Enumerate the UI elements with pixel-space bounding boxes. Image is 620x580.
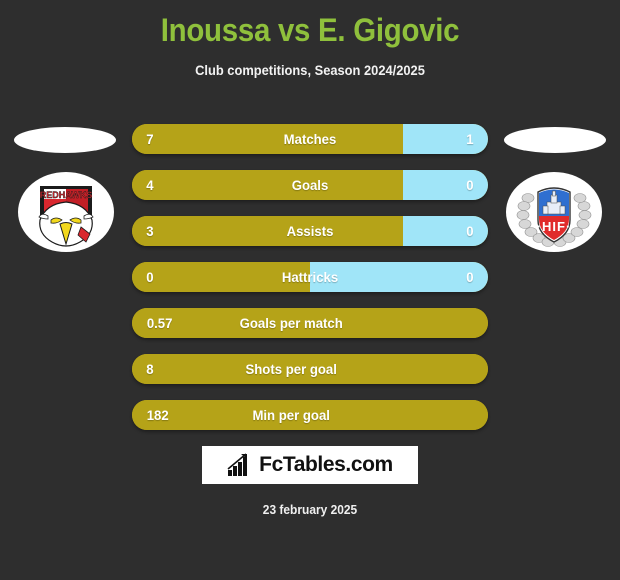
home-fill xyxy=(132,170,403,200)
home-fill xyxy=(132,308,488,338)
table-row: 7 Matches 1 xyxy=(132,124,488,154)
table-row: 0.57 Goals per match xyxy=(132,308,488,338)
home-value: 0 xyxy=(146,269,154,285)
home-value: 8 xyxy=(146,361,154,377)
home-fill xyxy=(132,400,488,430)
home-value: 182 xyxy=(146,407,169,423)
home-value: 7 xyxy=(146,131,154,147)
table-row: 4 Goals 0 xyxy=(132,170,488,200)
decorative-ellipse-left xyxy=(14,127,116,153)
away-fill xyxy=(402,124,488,154)
bar-chart-growth-icon xyxy=(227,453,248,476)
away-value: 0 xyxy=(466,223,474,239)
page-title: Inoussa vs E. Gigovic xyxy=(160,12,460,48)
away-fill xyxy=(310,262,488,292)
home-fill xyxy=(132,124,403,154)
date-label: 23 february 2025 xyxy=(262,502,358,517)
home-fill xyxy=(132,354,488,384)
svg-text:REDHAWKS: REDHAWKS xyxy=(40,190,93,200)
home-value: 0.57 xyxy=(146,315,173,331)
away-value: 0 xyxy=(466,269,474,285)
away-team-crest: ·HIF· xyxy=(506,172,602,252)
home-value: 3 xyxy=(146,223,154,239)
hif-crest-icon: ·HIF· xyxy=(516,187,592,247)
logo-text: FcTables.com xyxy=(259,453,393,476)
stats-list: 7 Matches 1 4 Goals 0 3 Assists 0 0 Hatt… xyxy=(132,124,488,446)
page-subtitle: Club competitions, Season 2024/2025 xyxy=(195,62,425,78)
table-row: 8 Shots per goal xyxy=(132,354,488,384)
home-value: 4 xyxy=(146,177,154,193)
away-value: 0 xyxy=(466,177,474,193)
table-row: 182 Min per goal xyxy=(132,400,488,430)
redhawks-crest-icon: REDHAWKS xyxy=(38,186,94,247)
fctables-logo[interactable]: FcTables.com xyxy=(202,446,418,484)
away-value: 1 xyxy=(466,131,474,147)
svg-text:·HIF·: ·HIF· xyxy=(537,219,572,234)
away-fill xyxy=(402,216,488,246)
home-team-crest: REDHAWKS xyxy=(18,172,114,252)
table-row: 3 Assists 0 xyxy=(132,216,488,246)
away-fill xyxy=(402,170,488,200)
home-fill xyxy=(132,216,403,246)
home-fill xyxy=(132,262,310,292)
table-row: 0 Hattricks 0 xyxy=(132,262,488,292)
stat-comparison-page: Inoussa vs E. Gigovic Club competitions,… xyxy=(0,0,620,580)
decorative-ellipse-right xyxy=(504,127,606,153)
